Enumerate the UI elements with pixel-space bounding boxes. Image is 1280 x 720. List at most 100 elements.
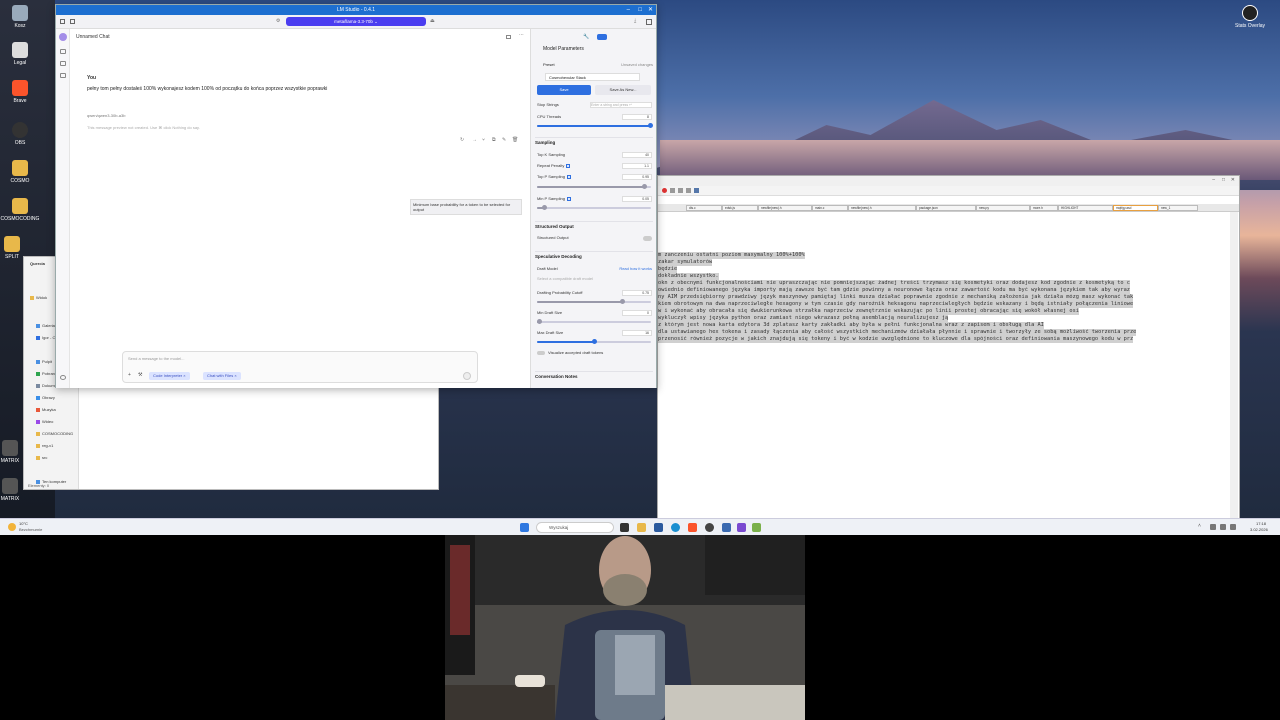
repeat-penalty-value[interactable]: 1.1 <box>622 163 652 169</box>
desktop-icon-folder[interactable]: COSMOCODING <box>0 198 40 222</box>
desktop-icon-legal[interactable]: Legal <box>0 42 40 66</box>
explorer-item-pobrane[interactable]: Pobrane <box>36 371 57 376</box>
editor-text-area[interactable]: m zanczeniu ostatni poziom maxymalny 100… <box>658 252 1228 352</box>
file-explorer-icon[interactable] <box>637 523 646 532</box>
min-p-slider[interactable] <box>537 205 651 210</box>
regenerate-icon[interactable]: ↻ <box>460 137 464 143</box>
edit-icon[interactable]: ✎ <box>502 137 506 143</box>
top-p-value[interactable]: 0.95 <box>622 174 652 180</box>
more-options-icon[interactable]: ⋯ <box>519 32 524 38</box>
settings-tab-icon[interactable] <box>597 34 607 40</box>
volume-icon[interactable] <box>1220 524 1226 530</box>
conversation-notes-section[interactable]: Conversation Notes <box>535 371 653 380</box>
taskbar-search[interactable]: Wyszukaj <box>536 522 614 533</box>
min-p-value[interactable]: 0.05 <box>622 196 652 202</box>
explorer-item-muzyka[interactable]: Muzyka <box>36 407 56 412</box>
lm-studio-icon[interactable] <box>737 523 746 532</box>
new-chat-icon[interactable] <box>70 19 75 24</box>
cpu-threads-value[interactable]: 8 <box>622 114 652 120</box>
preset-select[interactable]: Cosmohexular Stack <box>545 73 640 81</box>
start-icon[interactable] <box>520 523 529 532</box>
eject-icon[interactable]: ⏏ <box>430 18 435 24</box>
max-draft-value[interactable]: 16 <box>622 330 652 336</box>
editor-tab-active[interactable]: mqtfgy.asd <box>1113 205 1158 211</box>
developer-icon[interactable] <box>60 61 66 66</box>
branch-icon[interactable]: ⑂ <box>482 137 485 143</box>
play-icon[interactable] <box>678 188 683 193</box>
drafting-cutoff-slider[interactable] <box>537 299 651 304</box>
structured-output-section[interactable]: Structured Output <box>535 221 653 230</box>
brave-icon[interactable] <box>688 523 697 532</box>
editor-tab[interactable]: newfile(new).h <box>758 205 812 211</box>
fast-forward-icon[interactable] <box>686 188 691 193</box>
editor-tab[interactable]: HIGHLIGHT <box>1058 205 1113 211</box>
desktop-icon-folder[interactable]: COSMO <box>0 160 40 184</box>
record-icon[interactable] <box>662 188 667 193</box>
minimize-icon[interactable]: – <box>627 5 630 15</box>
save-macro-icon[interactable] <box>694 188 699 193</box>
editor-tab[interactable]: main.c <box>812 205 848 211</box>
app-icon[interactable] <box>654 523 663 532</box>
save-button[interactable]: Save <box>537 85 591 95</box>
editor-tab[interactable]: newfile(new).h <box>848 205 916 211</box>
message-input[interactable]: Send a message to the model... <box>128 356 184 361</box>
max-draft-slider[interactable] <box>537 339 651 344</box>
battery-icon[interactable] <box>1230 524 1236 530</box>
top-p-checkbox[interactable] <box>566 174 571 179</box>
stop-strings-input[interactable]: Enter a string and press ↵ <box>590 102 652 108</box>
editor-tab[interactable]: package.json <box>916 205 976 211</box>
clock-date[interactable]: 3.02.2026 <box>1250 527 1268 532</box>
visualize-draft-toggle[interactable] <box>537 351 545 355</box>
network-icon[interactable] <box>1210 524 1216 530</box>
delete-icon[interactable]: 🗑 <box>512 137 518 143</box>
editor-tab[interactable]: edsk.js <box>722 205 758 211</box>
wrench-icon[interactable]: 🔧 <box>583 34 589 40</box>
message-input-box[interactable]: Send a message to the model... + ⚒ Code … <box>122 351 478 383</box>
min-p-checkbox[interactable] <box>566 196 571 201</box>
send-button[interactable] <box>463 372 471 380</box>
weather-icon[interactable] <box>8 523 16 531</box>
panel-toggle-icon[interactable] <box>646 19 652 25</box>
settings-icon[interactable] <box>60 375 66 380</box>
explorer-item-obrazy[interactable]: Obrazy <box>36 395 55 400</box>
continue-icon[interactable]: → <box>472 137 477 143</box>
maximize-icon[interactable]: □ <box>638 5 642 15</box>
explorer-item-folder[interactable]: COSMOCODING <box>36 431 73 436</box>
notepad-icon[interactable] <box>752 523 761 532</box>
model-selector[interactable]: meta/llama-3.3-70b ⌄ <box>286 17 426 26</box>
close-icon[interactable]: ✕ <box>648 5 653 15</box>
desktop-icon-brave[interactable]: Brave <box>0 80 40 104</box>
app-icon[interactable] <box>722 523 731 532</box>
maximize-icon[interactable]: □ <box>1222 177 1225 183</box>
close-icon[interactable]: ✕ <box>1231 177 1235 183</box>
save-as-button[interactable]: Save As New... <box>595 85 651 95</box>
structured-output-toggle[interactable] <box>643 236 652 241</box>
chat-icon[interactable] <box>60 49 66 54</box>
stop-icon[interactable] <box>670 188 675 193</box>
editor-tab[interactable]: dis.c <box>686 205 722 211</box>
explorer-item-folder[interactable]: src <box>36 455 47 460</box>
settings-icon[interactable]: ⚙ <box>276 18 280 24</box>
drafting-cutoff-value[interactable]: 0.75 <box>622 290 652 296</box>
repeat-penalty-checkbox[interactable] <box>566 163 571 168</box>
desktop-icon-overlay[interactable]: Stats Overlay <box>1230 5 1270 29</box>
editor-tab[interactable]: new_1 <box>1158 205 1198 211</box>
min-draft-value[interactable]: 0 <box>622 310 652 316</box>
sampling-section[interactable]: Sampling <box>535 137 653 146</box>
top-p-slider[interactable] <box>537 184 651 189</box>
editor-tab[interactable]: more.h <box>1030 205 1058 211</box>
editor-scrollbar[interactable] <box>1230 212 1238 519</box>
desktop-icon-obs[interactable]: OBS <box>0 122 40 146</box>
explorer-item[interactable]: Widok <box>30 295 47 300</box>
explorer-item[interactable]: Galeria <box>36 323 55 328</box>
attach-icon[interactable]: + <box>128 372 131 378</box>
sidebar-toggle-icon[interactable] <box>60 19 65 24</box>
draft-model-help-link[interactable]: Read how it works <box>619 265 652 273</box>
obs-icon[interactable] <box>705 523 714 532</box>
download-icon[interactable]: ⤓ <box>634 18 636 24</box>
edge-icon[interactable] <box>671 523 680 532</box>
tray-chevron-icon[interactable]: ˄ <box>1198 523 1201 529</box>
explorer-item-pulpit[interactable]: Pulpit <box>36 359 52 364</box>
copy-icon[interactable]: ⧉ <box>492 137 496 143</box>
desktop-icon-recycle[interactable]: Kosz <box>0 5 40 29</box>
